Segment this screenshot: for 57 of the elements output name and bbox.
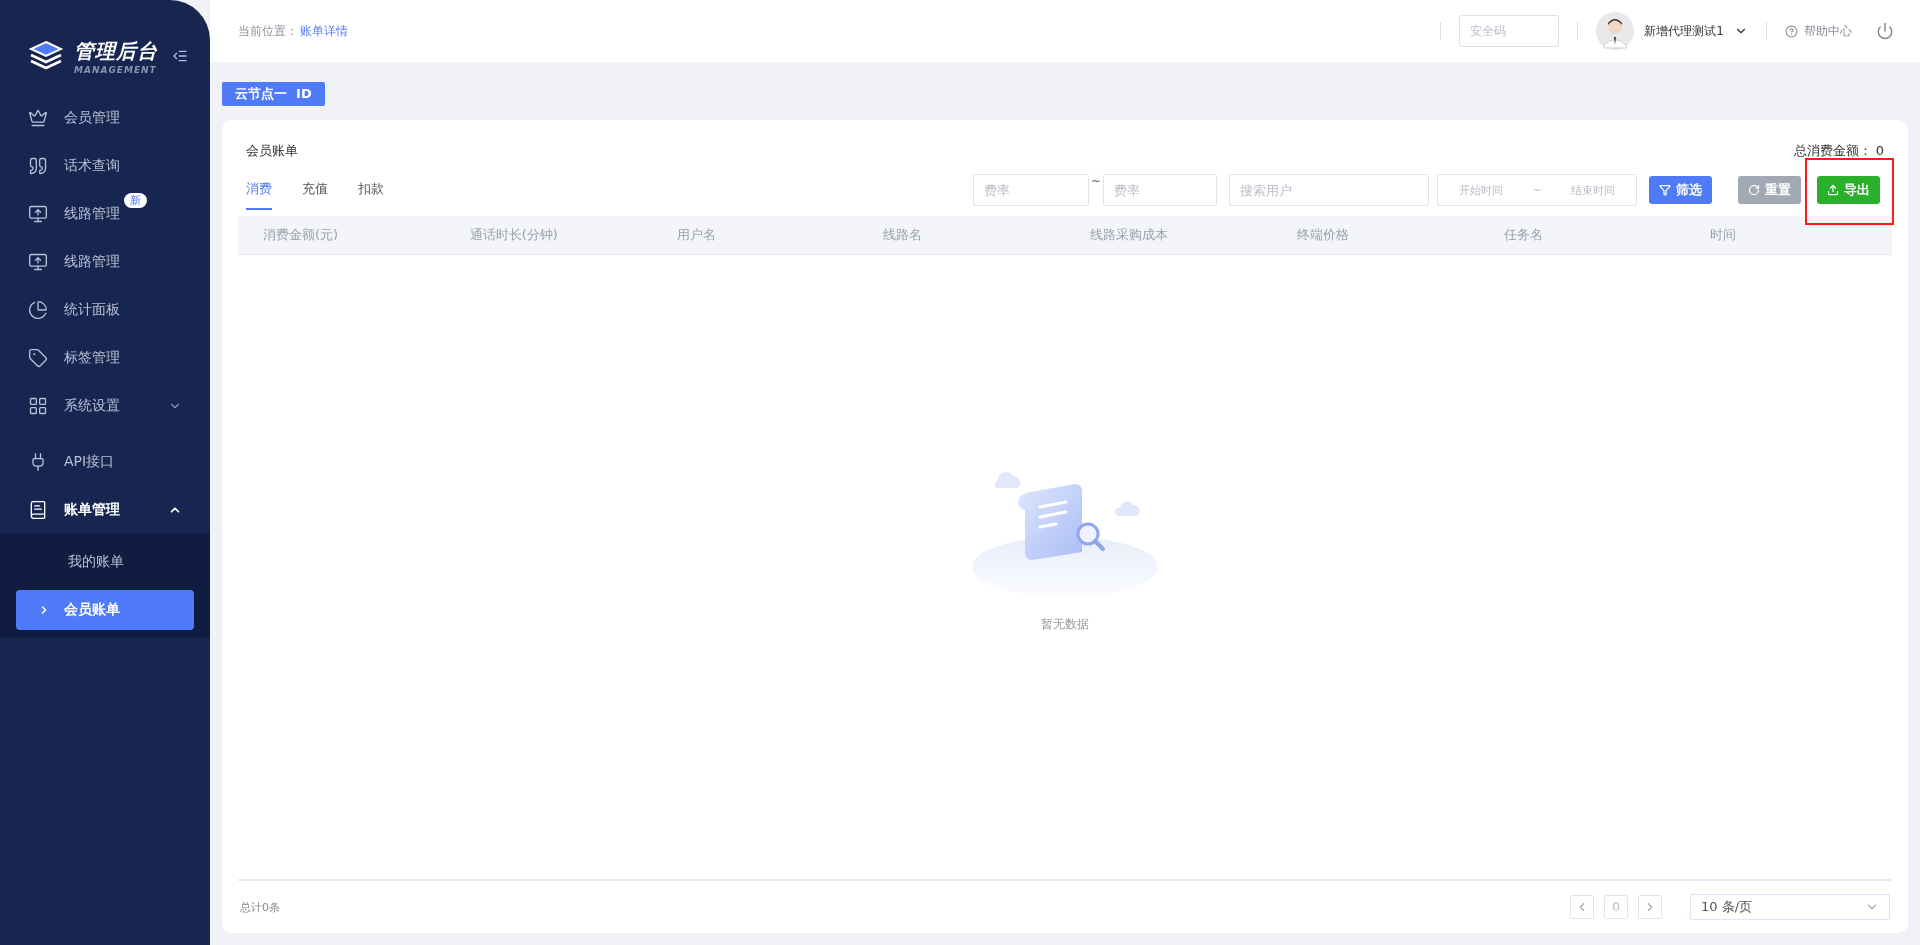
column-header: 时间	[1709, 226, 1738, 244]
column-header: 线路采购成本	[1089, 226, 1169, 244]
tab[interactable]: 扣款	[358, 180, 384, 210]
date-separator: ~	[1532, 183, 1542, 197]
column-header: 任务名	[1502, 226, 1544, 244]
empty-text: 暂无数据	[1041, 615, 1089, 633]
collapse-menu-icon[interactable]	[172, 48, 188, 64]
filter-button[interactable]: 筛选	[1649, 176, 1712, 204]
new-badge: 新	[124, 193, 147, 208]
column-header: 消费金额(元)	[262, 226, 340, 244]
upload-icon	[1827, 184, 1839, 196]
help-icon[interactable]	[1785, 24, 1798, 38]
rate-field[interactable]: 费率	[972, 174, 1089, 206]
column-header: 用户名	[675, 226, 717, 244]
total-count: 总计0条	[240, 899, 280, 915]
tab[interactable]: 消费	[246, 180, 272, 210]
column-header: 线路名	[882, 226, 924, 244]
menu-item[interactable]: API接口	[0, 438, 210, 486]
rate-field[interactable]: 费率	[1103, 174, 1217, 206]
book-icon	[28, 500, 48, 520]
user-search-field[interactable]: 搜索用户	[1229, 174, 1429, 206]
breadcrumb-label: 当前位置：	[238, 22, 298, 40]
monitor-icon	[28, 252, 48, 272]
submenu-item[interactable]: 会员账单	[16, 590, 194, 630]
page-size-select[interactable]: 10 条/页	[1690, 894, 1890, 920]
security-code-field[interactable]: 安全码	[1459, 15, 1560, 47]
node-tag: 云节点一 ID	[222, 82, 325, 106]
grid-icon	[28, 396, 48, 416]
power-icon[interactable]	[1876, 22, 1894, 40]
logo-icon	[28, 40, 64, 72]
column-header: 终端价格	[1295, 226, 1350, 244]
tag-icon	[28, 348, 48, 368]
menu-item[interactable]: 线路管理	[0, 238, 210, 286]
total-amount: 总消费金额： 0	[1793, 142, 1884, 160]
avatar	[1596, 12, 1635, 50]
menu-item[interactable]: 会员管理	[0, 94, 210, 142]
column-header: 通话时长(分钟)	[468, 226, 559, 244]
pie-chart-icon	[28, 300, 48, 320]
menu-item[interactable]: 话术查询	[0, 142, 210, 190]
filter-icon	[1659, 184, 1671, 196]
menu-item[interactable]: 统计面板	[0, 286, 210, 334]
menu-item[interactable]: 标签管理	[0, 334, 210, 382]
submenu-item[interactable]: 我的账单	[16, 542, 194, 582]
range-separator: ~	[1090, 174, 1101, 188]
menu-item[interactable]: 账单管理	[0, 486, 210, 534]
card-title: 会员账单	[246, 142, 298, 160]
logo-subtitle: MANAGEMENT	[74, 64, 158, 75]
quote-icon	[28, 156, 48, 176]
user-name[interactable]: 新增代理测试1	[1644, 22, 1724, 40]
breadcrumb-link[interactable]: 账单详情	[300, 22, 348, 40]
tab[interactable]: 充值	[302, 180, 328, 210]
menu-item[interactable]: 线路管理 新	[0, 190, 210, 238]
crown-icon	[28, 108, 48, 128]
refresh-icon	[1748, 184, 1760, 196]
menu-item[interactable]: 系统设置	[0, 382, 210, 430]
monitor-icon	[28, 204, 48, 224]
logo-title: 管理后台	[74, 37, 158, 65]
